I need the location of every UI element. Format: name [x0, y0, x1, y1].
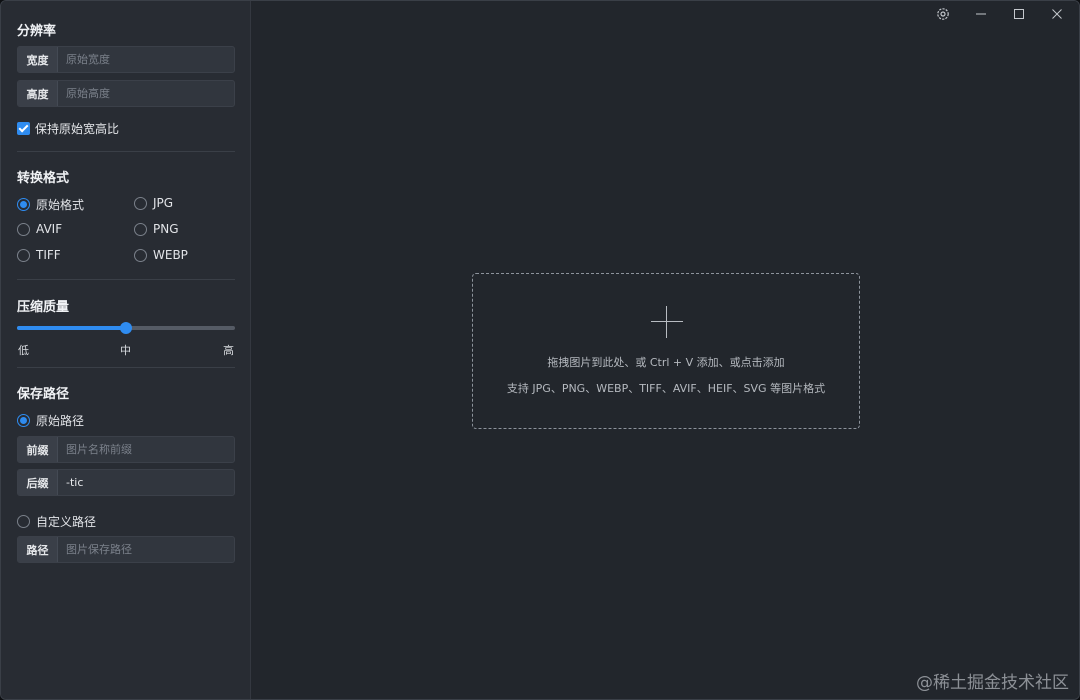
radio-icon: [134, 222, 147, 236]
image-dropzone[interactable]: 拖拽图片到此处、或 Ctrl + V 添加、或点击添加 支持 JPG、PNG、W…: [472, 273, 860, 429]
quality-high-label: 高: [223, 344, 234, 357]
plus-icon: [651, 306, 683, 338]
window-controls: [929, 5, 1071, 23]
format-option-label: TIFF: [36, 248, 61, 262]
radio-icon: [17, 222, 30, 236]
path-label: 路径: [18, 537, 58, 562]
suffix-field: 后缀: [17, 469, 235, 496]
radio-selected-icon: [17, 198, 30, 211]
prefix-field: 前缀: [17, 436, 235, 463]
height-field: 高度: [17, 80, 235, 107]
dropzone-instruction: 拖拽图片到此处、或 Ctrl + V 添加、或点击添加: [547, 356, 785, 369]
app-window: 分辨率 宽度 高度 保持原始宽高比 转换格式 原始格式 JPG AVIF: [0, 0, 1080, 700]
format-option-label: WEBP: [153, 248, 188, 262]
radio-icon: [17, 248, 30, 262]
save-path-radio-original[interactable]: 原始路径: [17, 412, 84, 429]
quality-low-label: 低: [18, 344, 29, 357]
keep-ratio-checkbox[interactable]: 保持原始宽高比: [17, 120, 119, 137]
save-path-custom-label: 自定义路径: [36, 515, 97, 529]
height-label: 高度: [18, 81, 58, 106]
minimize-icon: [976, 13, 986, 15]
prefix-input[interactable]: [58, 437, 234, 462]
format-radio-original[interactable]: 原始格式: [17, 196, 84, 213]
width-label: 宽度: [18, 47, 58, 72]
keep-ratio-label: 保持原始宽高比: [35, 122, 120, 136]
format-option-label: AVIF: [36, 222, 63, 236]
prefix-label: 前缀: [18, 437, 58, 462]
width-field: 宽度: [17, 46, 235, 73]
close-button[interactable]: [1043, 5, 1071, 23]
maximize-icon: [1014, 9, 1024, 19]
maximize-button[interactable]: [1005, 5, 1033, 23]
minimize-button[interactable]: [967, 5, 995, 23]
radio-selected-icon: [17, 414, 30, 427]
slider-thumb[interactable]: [120, 322, 132, 334]
save-path-radio-custom[interactable]: 自定义路径: [17, 513, 96, 530]
settings-button[interactable]: [929, 5, 957, 23]
divider: [17, 367, 235, 368]
height-input[interactable]: [58, 81, 234, 106]
suffix-input[interactable]: [58, 470, 234, 495]
quality-mid-label: 中: [120, 344, 131, 357]
watermark: @稀土掘金技术社区: [916, 673, 1069, 693]
format-radio-avif[interactable]: AVIF: [17, 222, 62, 236]
path-field: 路径: [17, 536, 235, 563]
quality-slider[interactable]: [17, 322, 235, 334]
format-radio-tiff[interactable]: TIFF: [17, 248, 61, 262]
width-input[interactable]: [58, 47, 234, 72]
save-path-original-label: 原始路径: [36, 414, 85, 428]
suffix-label: 后缀: [18, 470, 58, 495]
format-radio-webp[interactable]: WEBP: [134, 248, 188, 262]
save-path-title: 保存路径: [17, 387, 70, 402]
resolution-title: 分辨率: [17, 24, 57, 39]
radio-icon: [134, 248, 147, 262]
divider: [17, 151, 235, 152]
quality-title: 压缩质量: [17, 300, 70, 315]
settings-sidebar: 分辨率 宽度 高度 保持原始宽高比 转换格式 原始格式 JPG AVIF: [1, 1, 251, 699]
format-radio-png[interactable]: PNG: [134, 222, 179, 236]
slider-fill: [17, 326, 126, 330]
format-option-label: JPG: [153, 196, 174, 210]
dropzone-supported-formats: 支持 JPG、PNG、WEBP、TIFF、AVIF、HEIF、SVG 等图片格式: [506, 382, 826, 395]
radio-icon: [17, 515, 30, 528]
format-radio-jpg[interactable]: JPG: [134, 196, 173, 210]
radio-icon: [134, 196, 147, 210]
checkbox-checked-icon: [17, 122, 30, 135]
main-area: 拖拽图片到此处、或 Ctrl + V 添加、或点击添加 支持 JPG、PNG、W…: [251, 1, 1079, 699]
format-option-label: PNG: [153, 222, 179, 236]
divider: [17, 279, 235, 280]
close-icon: [1052, 9, 1062, 19]
path-input[interactable]: [58, 537, 234, 562]
settings-icon: [937, 8, 949, 20]
format-option-label: 原始格式: [36, 198, 85, 212]
format-title: 转换格式: [17, 171, 70, 186]
